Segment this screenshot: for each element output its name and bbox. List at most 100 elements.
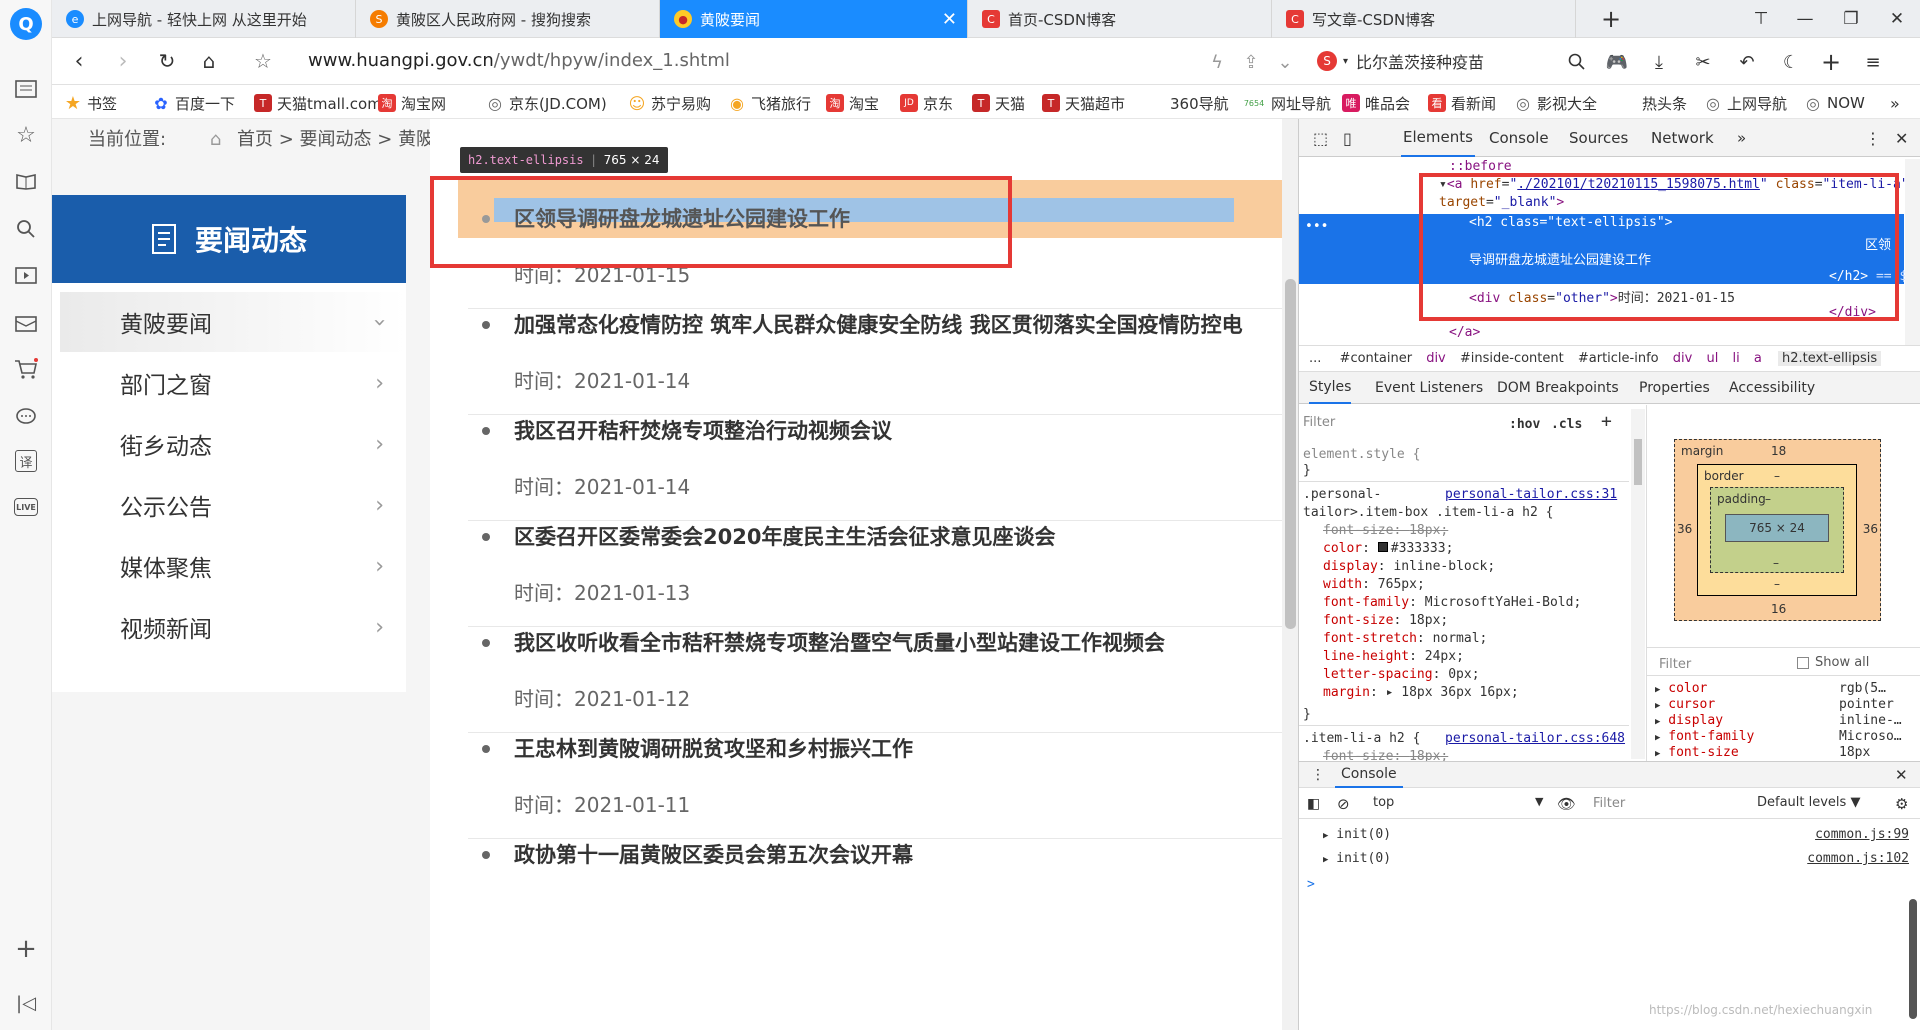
page-scrollbar-thumb[interactable] [1285,279,1296,629]
nav-item[interactable]: 公示公告 › [60,475,406,535]
plus-icon[interactable]: + [1816,47,1846,77]
home-icon[interactable]: ⌂ [194,46,224,76]
console-line[interactable]: ▶ init(0) common.js:102 [1323,851,1913,866]
crumb-active[interactable]: h2.text-ellipsis [1777,351,1882,366]
tab-sogou[interactable]: S 黄陂区人民政府网 - 搜狗搜索 [356,0,660,38]
bookmark-jd2[interactable]: JD 京东 [900,92,953,114]
search-go-icon[interactable] [1562,47,1592,77]
subtab-properties[interactable]: Properties [1639,372,1710,404]
css-property[interactable]: width: 765px; [1323,577,1425,592]
game-icon[interactable]: 🎮 [1602,47,1632,77]
bookmark-taobao[interactable]: 淘淘宝网 [378,92,446,114]
close-tab-icon[interactable]: ✕ [942,9,957,30]
console-line[interactable]: ▶ init(0) common.js:99 [1323,827,1913,842]
bookmark-fliggy[interactable]: ◉ 飞猪旅行 [728,92,811,114]
article-title[interactable]: 我区召开秸秆焚烧专项整治行动视频会议 [514,415,892,445]
new-tab-icon[interactable]: + [1596,4,1626,34]
element-style[interactable]: element.style { [1303,447,1420,462]
css-property[interactable]: font-family: MicrosoftYaHei-Bold; [1323,595,1581,610]
nav-item[interactable]: 媒体聚焦 › [60,536,406,596]
live-icon[interactable]: LIVE [14,498,38,516]
rule-source-link[interactable]: personal-tailor.css:648 [1445,731,1625,746]
scissors-icon[interactable]: ✂ [1688,47,1718,77]
css-property[interactable]: display: inline-block; [1323,559,1495,574]
dom-scrollbar[interactable] [1905,159,1920,345]
drawer-tab-console[interactable]: Console [1335,761,1403,788]
add-rule-icon[interactable]: + [1601,411,1612,432]
restore-icon[interactable]: ❐ [1836,4,1866,34]
console-source-link[interactable]: common.js:102 [1807,851,1909,866]
close-drawer-icon[interactable]: ✕ [1895,761,1908,788]
bookmark-tmall-market[interactable]: T 天猫超市 [1042,92,1125,114]
context-select[interactable]: top [1373,795,1394,810]
crumb[interactable]: div [1426,351,1446,366]
crumb[interactable]: #inside-content [1460,351,1564,366]
sidebar-toggle-icon[interactable]: ◧ [1307,789,1320,819]
dropdown-icon[interactable]: ⌄ [1270,47,1300,77]
drawer-menu-icon[interactable]: ⋮ [1311,761,1325,788]
computed-row[interactable]: ▶ display inline-… [1655,713,1917,728]
hov-toggle[interactable]: :hov [1509,417,1540,432]
article-title[interactable]: 我区收听收看全市秸秆禁烧专项整治暨空气质量小型站建设工作视频会 [514,627,1165,657]
css-property[interactable]: font-size: 18px; [1323,613,1448,628]
tab-console[interactable]: Console [1489,119,1549,157]
bookmark-jd[interactable]: ◎ 京东(JD.COM) [486,92,607,114]
crumb[interactable]: ul [1706,351,1718,366]
device-toggle-icon[interactable]: ▯ [1343,119,1352,157]
bookmark-baidu[interactable]: ✿ 百度一下 [152,92,235,114]
book-icon[interactable] [13,168,39,194]
clear-console-icon[interactable]: ⊘ [1337,789,1350,819]
bookmark-now[interactable]: ◎ NOW [1804,92,1865,114]
article-title[interactable]: 王忠林到黄陂调研脱贫攻坚和乡村振兴工作 [514,733,913,763]
close-window-icon[interactable]: ✕ [1882,4,1912,34]
crumb[interactable]: #article-info [1578,351,1659,366]
cls-toggle[interactable]: .cls [1551,417,1582,432]
tab-sources[interactable]: Sources [1569,119,1628,157]
css-property[interactable]: margin: ▸ 18px 36px 16px; [1323,685,1519,700]
levels-select[interactable]: Default levels ▼ [1757,795,1860,810]
bookmark-taobao2[interactable]: 淘淘宝 [826,92,879,114]
css-property[interactable]: color: #333333; [1323,541,1453,556]
star-icon[interactable]: ☆ [13,122,39,148]
nav-item[interactable]: 视频新闻 › [60,597,406,657]
forward-icon[interactable]: › [108,46,138,76]
article-title[interactable]: 区委召开区委常委会2020年度民主生活会征求意见座谈会 [514,521,1055,551]
mail-icon[interactable] [13,310,39,336]
computed-row[interactable]: ▶ cursor pointer [1655,697,1917,712]
tab-csdn-home[interactable]: C 首页-CSDN博客 [968,0,1272,38]
console-prompt[interactable]: > [1307,877,1315,892]
tab-huangpi-news[interactable]: ● 黄陂要闻 ✕ [660,0,968,38]
lightning-icon[interactable]: ϟ [1202,47,1232,77]
article-title[interactable]: 加强常态化疫情防控 筑牢人民群众健康安全防线 我区贯彻落实全国疫情防控电 [514,309,1243,339]
cart-icon[interactable] [13,356,39,382]
tab-csdn-write[interactable]: C 写文章-CSDN博客 [1272,0,1576,38]
shirt-icon[interactable]: ⊤ [1746,4,1776,34]
kebab-menu-icon[interactable]: ⋮ [1865,119,1881,157]
subtab-listeners[interactable]: Event Listeners [1375,372,1483,404]
subtab-breakpoints[interactable]: DOM Breakpoints [1497,372,1619,404]
search-icon[interactable] [13,216,39,242]
add-icon[interactable]: + [13,934,39,964]
bookmark-star-icon[interactable]: ☆ [248,46,278,76]
share-icon[interactable]: ⇪ [1236,47,1266,77]
dom-pseudo[interactable]: ::before [1449,159,1512,174]
bookmark-url-nav[interactable]: 7654 网址导航 [1242,92,1331,114]
show-all-checkbox[interactable]: Show all [1797,655,1869,670]
computed-row[interactable]: ▶ font-size 18px [1655,745,1917,760]
computed-row[interactable]: ▶ font-family Microso… [1655,729,1917,744]
crumb[interactable]: #container [1340,351,1413,366]
computed-row[interactable]: ▶ color rgb(5… [1655,681,1917,696]
css-property[interactable]: letter-spacing: 0px; [1323,667,1480,682]
tab-network[interactable]: Network [1651,119,1714,157]
crumb[interactable]: div [1673,351,1693,366]
console-source-link[interactable]: common.js:99 [1815,827,1909,842]
bookmark-tmall[interactable]: T 天猫tmall.com [254,92,382,114]
nav-item[interactable]: 部门之窗 › [60,353,406,413]
console-filter-input[interactable]: Filter [1589,793,1709,815]
bookmark-vip[interactable]: 唯唯品会 [1342,92,1410,114]
article-title[interactable]: 政协第十一届黄陂区委员会第五次会议开幕 [514,839,913,869]
bookmark-360[interactable]: 360导航 [1170,92,1229,114]
tab-elements[interactable]: Elements [1401,119,1475,157]
breadcrumb-home[interactable]: 首页 [237,129,273,150]
nav-item-active[interactable]: 黄陂要闻 › [60,292,406,352]
